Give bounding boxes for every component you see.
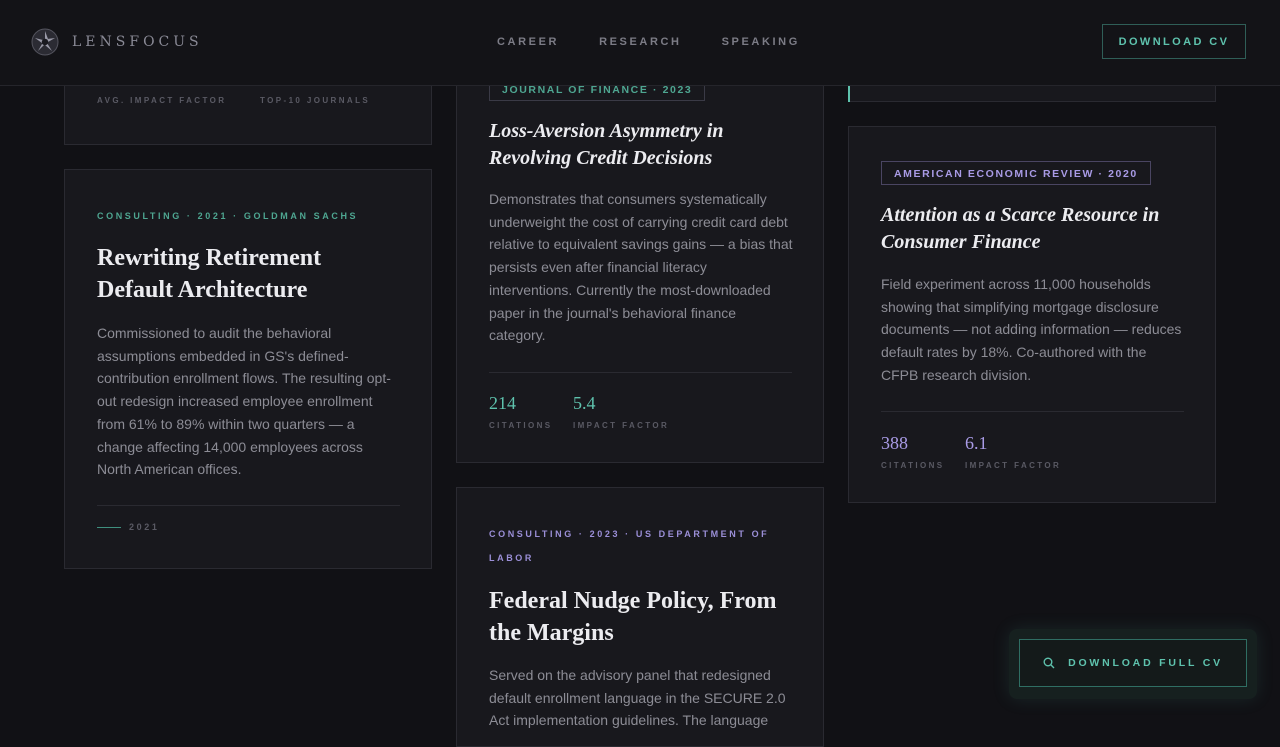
avg-impact-label: AVG. IMPACT FACTOR [97, 96, 227, 105]
citations-value: 388 [881, 433, 908, 453]
year-text: 2021 [129, 522, 160, 532]
nav-career[interactable]: CAREER [497, 36, 559, 48]
nav-speaking[interactable]: SPEAKING [722, 36, 800, 48]
impact-value: 6.1 [965, 433, 988, 453]
paper-card-attention[interactable]: AMERICAN ECONOMIC REVIEW · 2020 Attentio… [848, 126, 1216, 503]
search-icon [1043, 657, 1055, 669]
impact-label: IMPACT FACTOR [573, 421, 670, 430]
journal-tag: AMERICAN ECONOMIC REVIEW · 2020 [881, 161, 1151, 185]
download-full-cv-label: DOWNLOAD FULL CV [1068, 657, 1223, 669]
paper-abstract: Field experiment across 11,000 household… [881, 276, 1182, 383]
brand-name: LENSFOCUS [72, 34, 203, 50]
card-eyebrow: CONSULTING · 2023 · US DEPARTMENT OF LAB… [489, 529, 770, 563]
card-title: Federal Nudge Policy, From the Margins [489, 588, 777, 646]
floating-cta: DOWNLOAD FULL CV [1009, 629, 1257, 699]
paper-title: Attention as a Scarce Resource in Consum… [881, 204, 1160, 253]
paper-card-loss-aversion[interactable]: JOURNAL OF FINANCE · 2023 Loss-Aversion … [456, 40, 824, 463]
citations-stat: 388 CITATIONS [881, 432, 945, 470]
aperture-logo-icon [31, 28, 59, 56]
card-body: Served on the advisory panel that redesi… [489, 667, 786, 729]
citations-label: CITATIONS [489, 421, 553, 430]
impact-label: IMPACT FACTOR [965, 461, 1062, 470]
card-body: Commissioned to audit the behavioral ass… [97, 325, 391, 478]
consulting-card-dol[interactable]: CONSULTING · 2023 · US DEPARTMENT OF LAB… [456, 487, 824, 747]
year-line [97, 526, 121, 528]
card-title: Rewriting Retirement Default Architectur… [97, 245, 322, 303]
nav-research[interactable]: RESEARCH [599, 36, 682, 48]
download-cv-button[interactable]: DOWNLOAD CV [1102, 24, 1246, 59]
card-eyebrow: CONSULTING · 2021 · GOLDMAN SACHS [97, 211, 359, 221]
impact-stat: 6.1 IMPACT FACTOR [965, 432, 1061, 470]
download-full-cv-button[interactable]: DOWNLOAD FULL CV [1019, 639, 1247, 687]
paper-divider [489, 372, 792, 373]
citations-stat: 214 CITATIONS [489, 392, 553, 430]
card-year: 2021 [97, 522, 159, 532]
top-journals-label: TOP-10 JOURNALS [260, 96, 371, 105]
citations-label: CITATIONS [881, 461, 945, 470]
impact-stat: 5.4 IMPACT FACTOR [573, 392, 669, 430]
brand[interactable]: LENSFOCUS [31, 28, 203, 56]
impact-value: 5.4 [573, 393, 596, 413]
paper-abstract: Demonstrates that consumers systematical… [489, 191, 793, 344]
top-navbar: LENSFOCUS CAREER RESEARCH SPEAKING DOWNL… [0, 0, 1280, 86]
consulting-card-goldman[interactable]: CONSULTING · 2021 · GOLDMAN SACHS Rewrit… [64, 169, 432, 569]
paper-title: Loss-Aversion Asymmetry in Revolving Cre… [489, 120, 724, 169]
card-divider [97, 505, 400, 506]
paper-divider [881, 411, 1184, 412]
citations-value: 214 [489, 393, 516, 413]
main-nav: CAREER RESEARCH SPEAKING [497, 36, 840, 48]
